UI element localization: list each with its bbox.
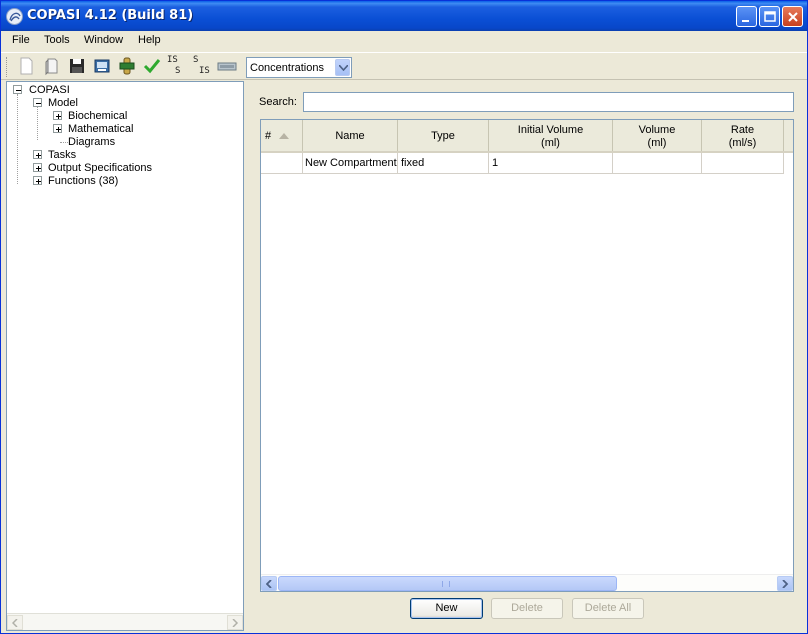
copasi-app-icon <box>6 8 23 25</box>
window-title: COPASI 4.12 (Build 81) <box>27 8 194 23</box>
cell-number[interactable] <box>261 153 303 174</box>
export-icon[interactable] <box>92 56 112 76</box>
column-label-number: # <box>265 130 272 142</box>
column-unit-rate: (ml/s) <box>728 137 757 149</box>
is-to-s-icon[interactable]: IS S <box>167 56 189 76</box>
menu-help[interactable]: Help <box>138 34 161 46</box>
toolbar-grip[interactable] <box>6 57 9 77</box>
column-header-number[interactable]: # <box>261 120 303 151</box>
scroll-left-icon[interactable] <box>261 576 277 591</box>
table-horizontal-scrollbar[interactable] <box>261 574 793 591</box>
save-icon[interactable] <box>67 56 87 76</box>
delete-button[interactable]: Delete <box>491 598 563 619</box>
tree-label-copasi: COPASI <box>29 84 70 96</box>
tree-guide <box>17 94 18 184</box>
compartments-table[interactable]: # Name Type Initial Volume (ml) Volume (… <box>260 119 794 592</box>
is-to-s-label-top: IS <box>167 55 178 65</box>
open-file-icon[interactable] <box>42 56 62 76</box>
close-button[interactable] <box>782 6 803 27</box>
tree-label-biochemical: Biochemical <box>68 110 128 122</box>
tree-label-model: Model <box>48 97 78 109</box>
cell-name[interactable]: New Compartment <box>303 153 398 174</box>
column-label-rate: Rate <box>730 124 755 136</box>
collapse-icon[interactable] <box>33 98 42 107</box>
sbml-icon[interactable] <box>217 56 237 76</box>
expand-icon[interactable] <box>53 124 62 133</box>
table-header: # Name Type Initial Volume (ml) Volume (… <box>261 120 793 153</box>
expand-icon[interactable] <box>53 111 62 120</box>
toolbar: IS S S IS Concentrations <box>1 52 807 80</box>
column-header-name[interactable]: Name <box>303 120 398 151</box>
column-header-type[interactable]: Type <box>398 120 489 151</box>
scroll-right-icon[interactable] <box>777 576 793 591</box>
column-header-volume[interactable]: Volume (ml) <box>613 120 702 151</box>
column-header-rate[interactable]: Rate (ml/s) <box>702 120 784 151</box>
column-unit-volume: (ml) <box>647 137 667 149</box>
menu-file[interactable]: File <box>12 34 30 46</box>
column-header-initial-volume[interactable]: Initial Volume (ml) <box>489 120 613 151</box>
new-button[interactable]: New <box>410 598 483 619</box>
column-label-type: Type <box>431 130 455 142</box>
column-unit-initial-volume: (ml) <box>541 137 560 149</box>
collapse-icon[interactable] <box>13 85 22 94</box>
column-label-name: Name <box>335 130 365 142</box>
tree-guide <box>60 142 68 143</box>
cell-initial-volume[interactable]: 1 <box>489 153 613 174</box>
quantity-type-select[interactable]: Concentrations <box>246 57 352 78</box>
scrollbar-thumb[interactable] <box>278 576 617 591</box>
title-bar[interactable]: COPASI 4.12 (Build 81) <box>1 1 807 31</box>
tree-horizontal-scrollbar[interactable] <box>7 613 243 630</box>
tree-label-output: Output Specifications <box>48 162 152 174</box>
model-check-icon[interactable] <box>117 56 137 76</box>
expand-icon[interactable] <box>33 176 42 185</box>
expand-icon[interactable] <box>33 163 42 172</box>
scroll-left-icon[interactable] <box>7 615 23 630</box>
menu-tools[interactable]: Tools <box>44 34 70 46</box>
cell-type[interactable]: fixed <box>398 153 489 174</box>
quantity-type-value: Concentrations <box>250 62 324 74</box>
menu-bar: File Tools Window Help <box>1 31 807 51</box>
tree-guide <box>37 107 38 140</box>
scroll-right-icon[interactable] <box>227 615 243 630</box>
cell-rate[interactable] <box>702 153 784 174</box>
menu-window[interactable]: Window <box>84 34 123 46</box>
s-to-is-label-bottom: IS <box>199 66 210 76</box>
cell-volume[interactable] <box>613 153 702 174</box>
tree-label-mathematical: Mathematical <box>68 123 134 135</box>
scrollbar-grip <box>442 581 450 587</box>
check-icon[interactable] <box>142 56 162 76</box>
navigation-tree[interactable]: COPASI Model Biochemical Mathematical Di… <box>6 81 244 631</box>
column-label-volume: Volume <box>638 124 676 136</box>
table-row[interactable]: New Compartment fixed 1 <box>261 153 793 174</box>
search-label: Search: <box>259 96 297 108</box>
column-label-initial-volume: Initial Volume <box>517 124 584 136</box>
maximize-button[interactable] <box>759 6 780 27</box>
tree-label-diagrams: Diagrams <box>68 136 116 148</box>
new-file-icon[interactable] <box>16 56 36 76</box>
minimize-button[interactable] <box>736 6 757 27</box>
chevron-down-icon[interactable] <box>335 59 350 76</box>
s-to-is-label-top: S <box>193 55 199 65</box>
tree-label-functions: Functions (38) <box>48 175 119 187</box>
tree-label-tasks: Tasks <box>48 149 77 161</box>
search-input[interactable] <box>303 92 794 112</box>
is-to-s-label-bottom: S <box>175 66 181 76</box>
expand-icon[interactable] <box>33 150 42 159</box>
s-to-is-icon[interactable]: S IS <box>193 56 215 76</box>
sort-ascending-icon <box>279 133 290 139</box>
delete-all-button[interactable]: Delete All <box>572 598 644 619</box>
main-window: COPASI 4.12 (Build 81) File Tools Window… <box>0 0 808 634</box>
